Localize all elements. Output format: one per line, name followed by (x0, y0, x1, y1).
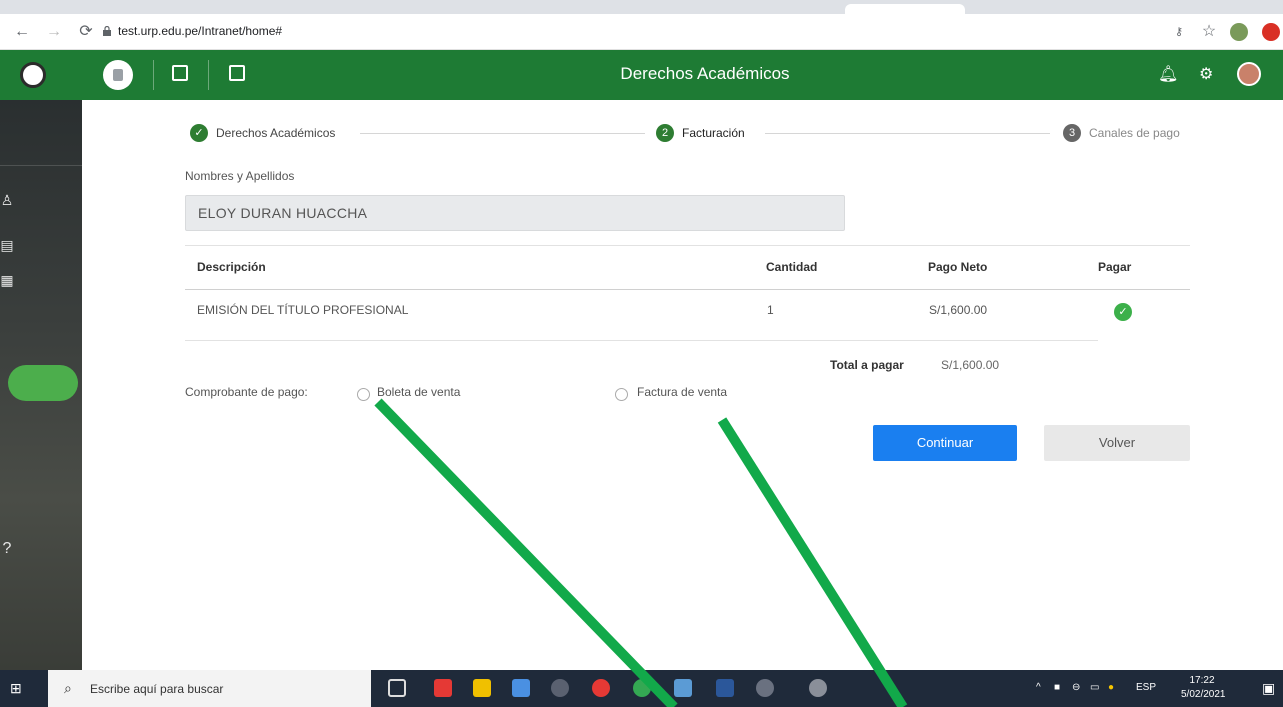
card-icon[interactable] (229, 65, 245, 81)
profile-icon[interactable] (1230, 23, 1248, 41)
back-arrow-icon[interactable]: ← (12, 22, 32, 42)
app-icon[interactable] (592, 679, 610, 697)
tray-icon[interactable]: ■ (1054, 682, 1060, 693)
back-button[interactable]: Volver (1044, 425, 1190, 461)
book-icon[interactable]: ▤ (0, 237, 14, 254)
check-icon: ✓ (190, 124, 208, 142)
name-label: Nombres y Apellidos (185, 169, 295, 183)
clock-date: 5/02/2021 (1181, 689, 1226, 700)
annotation-arrow (717, 417, 908, 707)
step-facturacion[interactable]: 2 Facturación (656, 123, 745, 143)
chevron-up-icon[interactable]: ^ (1036, 682, 1041, 693)
windows-start-icon[interactable]: ⊞ (10, 681, 24, 695)
tray-icon[interactable]: ● (1108, 682, 1114, 693)
stepper-line (360, 133, 645, 134)
step-number: 3 (1063, 124, 1081, 142)
calendar-icon[interactable] (172, 65, 188, 81)
lock-icon (103, 26, 111, 36)
table-top-border (185, 245, 1190, 246)
search-placeholder: Escribe aquí para buscar (90, 682, 224, 696)
menu-toggle-button[interactable] (103, 60, 133, 90)
table-header-border (185, 289, 1190, 290)
menu-icon (113, 69, 123, 81)
clock-time: 17:22 (1189, 675, 1215, 686)
browser-address-bar: ← → ⟳ test.urp.edu.pe/Intranet/home# ⚷ ☆ (0, 14, 1283, 50)
step-label: Derechos Académicos (216, 126, 336, 140)
forward-arrow-icon[interactable]: → (44, 22, 64, 42)
user-icon[interactable]: ♙ (0, 192, 14, 209)
step-derechos[interactable]: ✓ Derechos Académicos (190, 123, 335, 143)
cell-description: EMISIÓN DEL TÍTULO PROFESIONAL (197, 303, 409, 317)
chrome-icon[interactable] (633, 679, 651, 697)
browser-tab[interactable] (845, 4, 965, 14)
col-header-pay: Pagar (1098, 260, 1132, 274)
help-icon[interactable]: ? (0, 540, 14, 558)
annotation-arrow (374, 398, 678, 707)
search-icon: ⌕ (64, 680, 72, 696)
voucher-label: Comprobante de pago: (185, 385, 308, 399)
bell-icon[interactable]: 🔔︎ (1158, 64, 1178, 84)
language-indicator[interactable]: ESP (1136, 682, 1156, 693)
taskbar-search[interactable]: ⌕ Escribe aquí para buscar (48, 670, 371, 707)
windows-taskbar: ⊞ ⌕ Escribe aquí para buscar ^ ■ ⊖ ▭ ● E… (0, 670, 1283, 707)
network-icon[interactable]: ▭ (1090, 682, 1099, 693)
star-icon[interactable]: ☆ (1199, 22, 1219, 42)
total-value: S/1,600.00 (941, 358, 1000, 372)
total-label: Total a pagar (830, 358, 904, 372)
app-icon[interactable] (434, 679, 452, 697)
table-row-border (185, 340, 1098, 341)
cell-quantity: 1 (767, 303, 774, 317)
avatar[interactable] (1237, 62, 1261, 86)
sidebar-divider (0, 165, 82, 166)
file-explorer-icon[interactable] (473, 679, 491, 697)
col-header-description: Descripción (197, 260, 266, 274)
app-icon[interactable] (756, 679, 774, 697)
continue-button[interactable]: Continuar (873, 425, 1017, 461)
app-icon[interactable] (674, 679, 692, 697)
left-sidebar: ♙ ▤ ▦ ? (0, 100, 82, 670)
cell-net: S/1,600.00 (929, 303, 988, 317)
clock[interactable]: 17:22 5/02/2021 (1181, 674, 1226, 702)
check-circle-icon[interactable]: ✓ (1114, 303, 1132, 321)
key-icon[interactable]: ⚷ (1169, 22, 1189, 42)
app-header: Derechos Académicos 🔔︎ ⚙ (0, 50, 1283, 100)
page-title: Derechos Académicos (620, 64, 790, 83)
radio-boleta-label[interactable]: Boleta de venta (377, 385, 460, 399)
word-icon[interactable] (716, 679, 734, 697)
stepper-line (765, 133, 1050, 134)
notification-icon[interactable]: ▣ (1262, 680, 1275, 697)
university-logo-icon (20, 62, 46, 88)
extension-icon[interactable] (1262, 23, 1280, 41)
grid-icon[interactable]: ▦ (0, 272, 14, 289)
reload-icon[interactable]: ⟳ (76, 22, 96, 42)
step-number: 2 (656, 124, 674, 142)
col-header-net: Pago Neto (928, 260, 988, 274)
url-text[interactable]: test.urp.edu.pe/Intranet/home# (118, 24, 282, 38)
step-label: Canales de pago (1089, 126, 1180, 140)
header-divider (153, 60, 154, 90)
task-view-icon[interactable] (388, 679, 406, 697)
col-header-quantity: Cantidad (766, 260, 818, 274)
browser-tab-strip (0, 0, 1283, 14)
app-icon[interactable] (809, 679, 827, 697)
radio-factura[interactable] (615, 388, 628, 401)
radio-boleta[interactable] (357, 388, 370, 401)
radio-factura-label[interactable]: Factura de venta (637, 385, 727, 399)
annotation-overlay (374, 398, 908, 707)
app-icon[interactable] (512, 679, 530, 697)
step-label: Facturación (682, 126, 745, 140)
header-divider (208, 60, 209, 90)
gear-icon[interactable]: ⚙ (1199, 64, 1213, 84)
tray-icon[interactable]: ⊖ (1072, 682, 1080, 693)
app-icon[interactable] (551, 679, 569, 697)
name-field: ELOY DURAN HUACCHA (185, 195, 845, 231)
step-canales[interactable]: 3 Canales de pago (1063, 123, 1180, 143)
screen: ← → ⟳ test.urp.edu.pe/Intranet/home# ⚷ ☆… (0, 0, 1283, 707)
sidebar-active-pill[interactable] (8, 365, 78, 401)
